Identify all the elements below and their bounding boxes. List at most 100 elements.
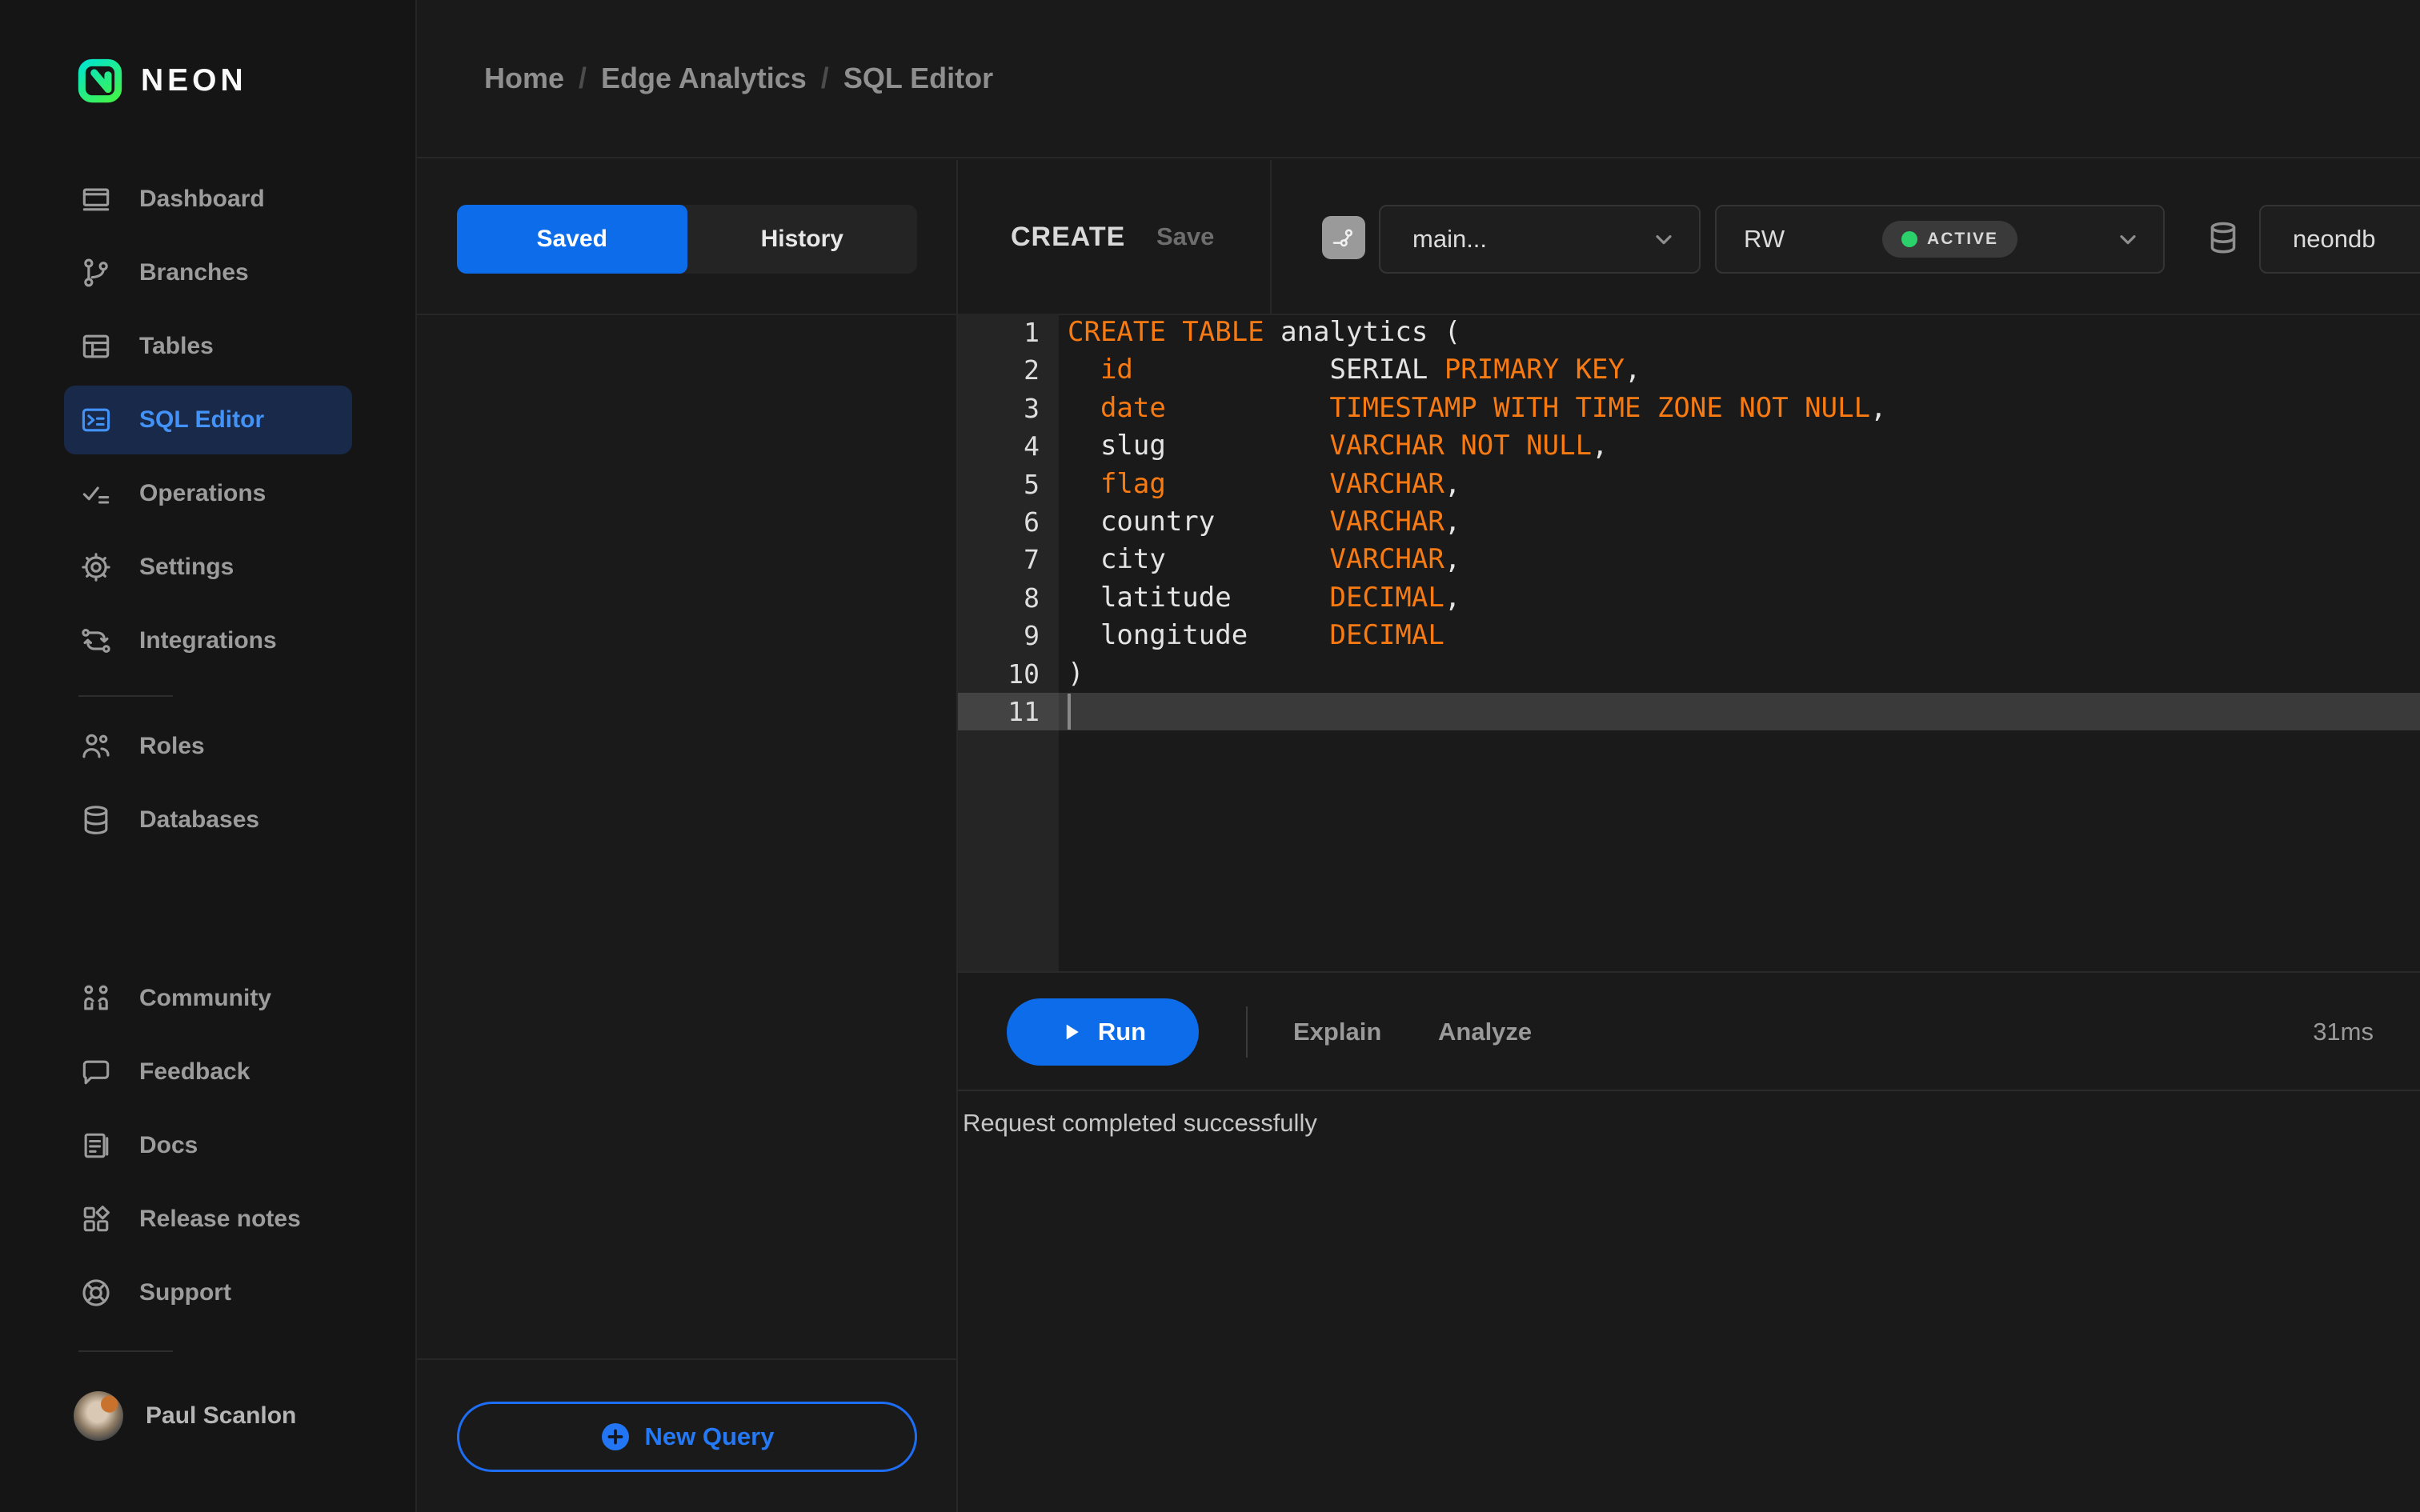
run-button[interactable]: Run	[1007, 998, 1199, 1066]
tab-saved[interactable]: Saved	[457, 205, 687, 274]
code-text: CREATE TABLE analytics (	[1068, 316, 1461, 348]
status-badge: ACTIVE	[1882, 221, 2018, 258]
sidebar-item-support[interactable]: Support	[0, 1256, 415, 1330]
save-button[interactable]: Save	[1156, 160, 1214, 314]
sidebar-nav-primary: Dashboard Branches Tables SQL Editor Ope…	[0, 162, 415, 678]
integrations-icon	[78, 623, 114, 658]
breadcrumb-current: SQL Editor	[843, 62, 994, 94]
code-line[interactable]: 10)	[958, 655, 2420, 693]
sidebar-item-feedback[interactable]: Feedback	[0, 1035, 415, 1109]
line-number: 7	[1024, 544, 1040, 576]
branch-icon-button[interactable]	[1322, 216, 1365, 259]
explain-button[interactable]: Explain	[1293, 998, 1381, 1066]
sidebar-item-docs[interactable]: Docs	[0, 1109, 415, 1182]
tab-history[interactable]: History	[687, 205, 918, 274]
settings-gear-icon	[78, 550, 114, 585]
code-line[interactable]: 5 flag VARCHAR,	[958, 466, 2420, 503]
sidebar-item-integrations[interactable]: Integrations	[0, 604, 415, 678]
sidebar-item-label: Docs	[139, 1132, 198, 1158]
sidebar-item-tables[interactable]: Tables	[0, 310, 415, 383]
sidebar-item-label: Support	[139, 1279, 231, 1306]
tables-icon	[78, 329, 114, 364]
code-line[interactable]: 8 latitude DECIMAL,	[958, 579, 2420, 617]
code-line[interactable]: 11	[958, 692, 2420, 731]
code-editor[interactable]: 1 CREATE TABLE analytics (2 id SERIAL PRI…	[958, 314, 2420, 973]
code-text: flag VARCHAR,	[1068, 467, 1461, 500]
play-icon	[1060, 1020, 1084, 1044]
results-divider	[958, 1090, 2420, 1091]
sidebar-item-settings[interactable]: Settings	[0, 530, 415, 604]
status-label: ACTIVE	[1927, 230, 1999, 248]
line-number: 1	[1024, 317, 1040, 348]
code-line[interactable]: 1 CREATE TABLE analytics (	[958, 314, 2420, 351]
new-query-button[interactable]: New Query	[457, 1402, 917, 1472]
sidebar-item-branches[interactable]: Branches	[0, 236, 415, 310]
endpoint-select[interactable]: RW ACTIVE	[1715, 205, 2165, 274]
user-menu[interactable]: Paul Scanlon	[0, 1378, 415, 1454]
sidebar-item-label: Roles	[139, 733, 205, 759]
queries-tabs: Saved History	[457, 205, 917, 274]
line-number: 10	[1008, 658, 1040, 690]
code-text: country VARCHAR,	[1068, 505, 1461, 538]
branch-select-value: main...	[1412, 225, 1488, 253]
endpoint-select-value: RW	[1744, 225, 1785, 253]
sql-editor-pane: CREATE Save main... RW ACTIVE neondb 1 C…	[958, 160, 2420, 1512]
breadcrumb-separator: /	[820, 62, 829, 94]
sidebar-item-roles[interactable]: Roles	[0, 710, 415, 783]
chevron-down-icon	[1651, 226, 1677, 252]
code-line[interactable]: 6 country VARCHAR,	[958, 503, 2420, 541]
neon-console: NEON Dashboard Branches Tables SQL Edito…	[0, 0, 2420, 1512]
sidebar-item-dashboard[interactable]: Dashboard	[0, 162, 415, 236]
breadcrumb-project[interactable]: Edge Analytics	[601, 62, 807, 95]
panel-divider	[417, 1358, 956, 1360]
analyze-button[interactable]: Analyze	[1438, 998, 1532, 1066]
database-select-value: neondb	[2293, 225, 2376, 253]
line-number: 2	[1024, 354, 1040, 386]
panel-divider	[417, 314, 956, 315]
sidebar-item-label: Feedback	[139, 1058, 250, 1085]
code-line[interactable]: 3 date TIMESTAMP WITH TIME ZONE NOT NULL…	[958, 390, 2420, 427]
query-duration: 31ms	[2313, 1018, 2374, 1046]
branches-icon	[78, 255, 114, 290]
text-cursor	[1068, 693, 1071, 730]
code-line[interactable]: 2 id SERIAL PRIMARY KEY,	[958, 351, 2420, 389]
editor-header: CREATE Save main... RW ACTIVE neondb	[958, 160, 2420, 315]
query-title: CREATE	[1011, 221, 1126, 252]
code-text: )	[1068, 657, 1084, 690]
sidebar-item-sql-editor[interactable]: SQL Editor	[0, 383, 415, 457]
sidebar-item-label: Release notes	[139, 1206, 301, 1232]
operations-icon	[78, 476, 114, 511]
database-select[interactable]: neondb	[2259, 205, 2420, 274]
sidebar-item-release-notes[interactable]: Release notes	[0, 1182, 415, 1256]
sidebar-item-label: Dashboard	[139, 186, 265, 212]
neon-logo-icon	[77, 58, 123, 104]
sidebar-item-label: Settings	[139, 554, 234, 580]
sidebar-nav-tertiary: Community Feedback Docs Release notes Su…	[0, 962, 415, 1330]
release-notes-icon	[78, 1202, 114, 1237]
breadcrumb-home[interactable]: Home	[484, 62, 564, 95]
branch-select[interactable]: main...	[1379, 205, 1701, 274]
line-number: 3	[1024, 392, 1040, 424]
code-text: latitude DECIMAL,	[1068, 581, 1461, 614]
breadcrumb-separator: /	[579, 62, 587, 94]
sidebar-item-label: Integrations	[139, 627, 277, 654]
code-line[interactable]: 4 slug VARCHAR NOT NULL,	[958, 427, 2420, 465]
code-text: city VARCHAR,	[1068, 543, 1461, 576]
sidebar-item-label: Branches	[139, 259, 249, 286]
sidebar-item-community[interactable]: Community	[0, 962, 415, 1035]
code-line[interactable]: 9 longitude DECIMAL	[958, 617, 2420, 654]
sidebar-item-operations[interactable]: Operations	[0, 457, 415, 530]
neon-logo[interactable]: NEON	[77, 58, 247, 104]
line-number: 9	[1024, 620, 1040, 652]
code-text: date TIMESTAMP WITH TIME ZONE NOT NULL,	[1068, 391, 1887, 424]
sidebar-item-databases[interactable]: Databases	[0, 783, 415, 857]
chevron-down-icon	[2115, 226, 2141, 252]
sidebar-item-label: Operations	[139, 480, 266, 506]
sidebar: NEON Dashboard Branches Tables SQL Edito…	[0, 0, 417, 1512]
code-text: longitude DECIMAL	[1068, 619, 1444, 652]
sidebar-item-label: Databases	[139, 806, 260, 833]
queries-panel: Saved History New Query	[417, 160, 958, 1512]
code-line[interactable]: 7 city VARCHAR,	[958, 541, 2420, 578]
databases-icon	[78, 802, 114, 838]
brand-name: NEON	[141, 63, 247, 98]
